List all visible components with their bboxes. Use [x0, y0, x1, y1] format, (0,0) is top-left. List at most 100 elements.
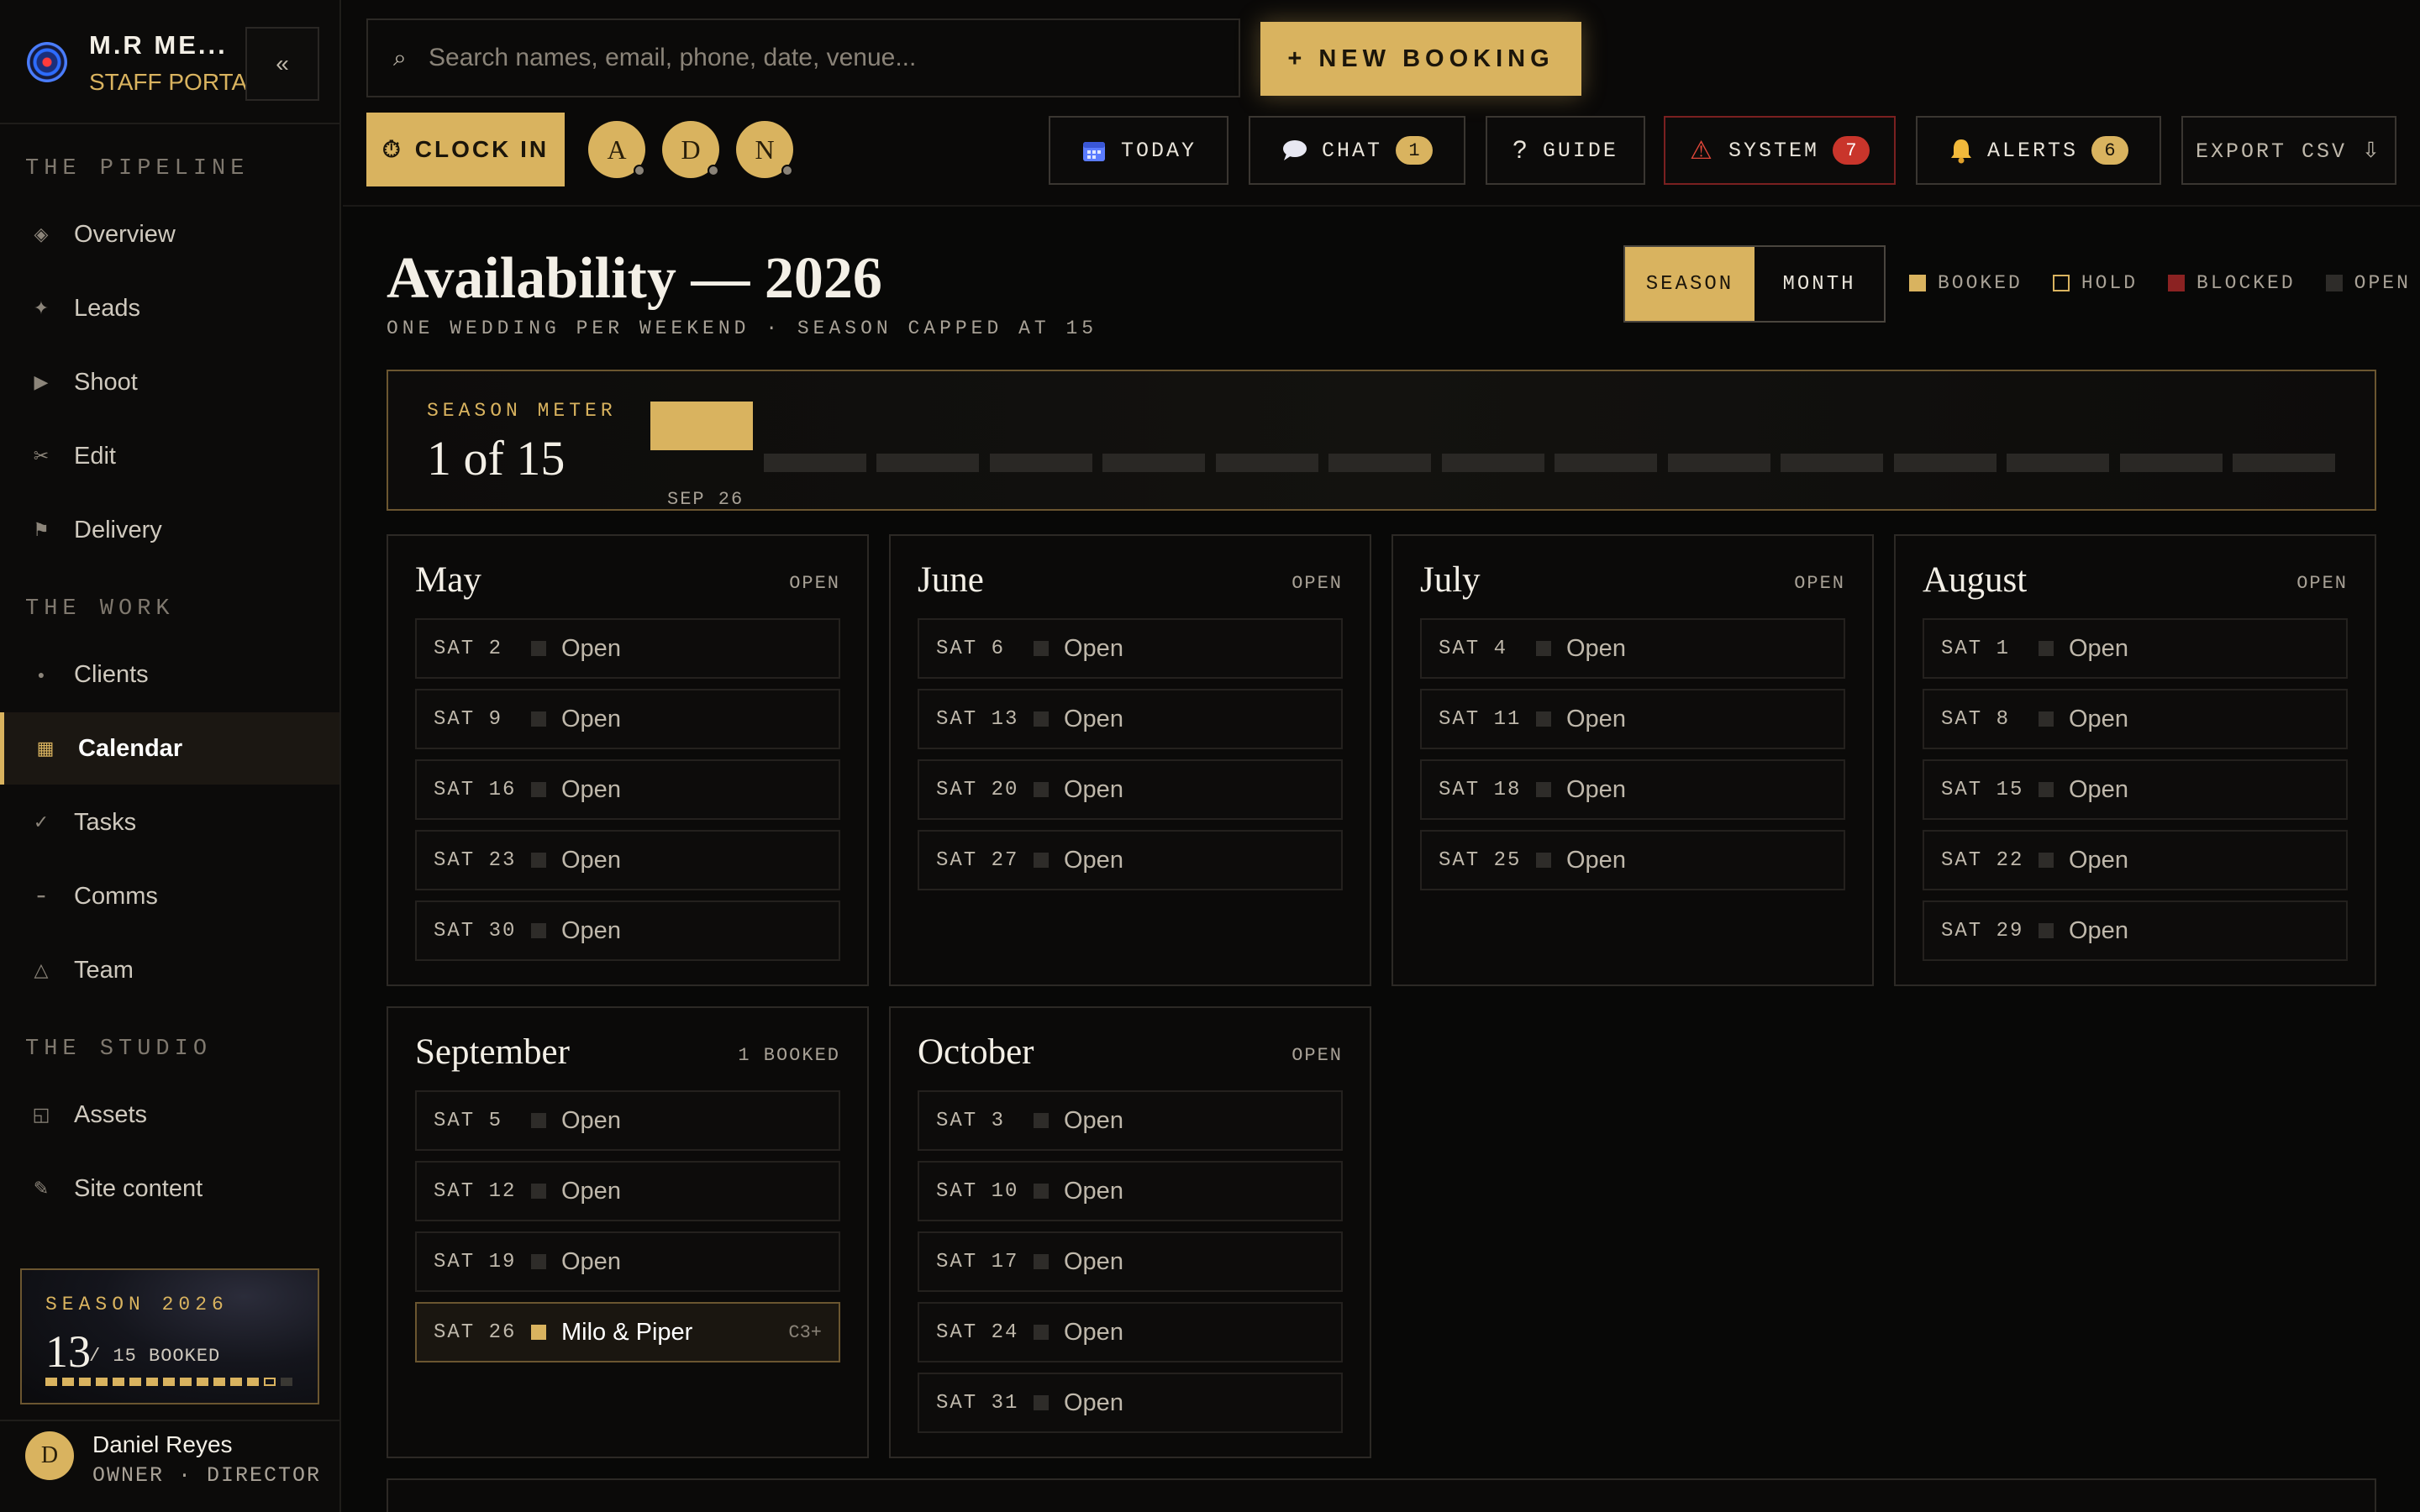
date-slot[interactable]: SAT 27 Open — [918, 830, 1343, 890]
season-meter-bar-open[interactable] — [876, 454, 979, 472]
open-status-square — [1034, 853, 1049, 868]
sidebar-item-clients[interactable]: ● Clients — [0, 638, 339, 711]
sidebar-item-label: Overview — [74, 220, 176, 248]
open-status-square — [1034, 711, 1049, 727]
season-meter-bar-open[interactable] — [1893, 454, 1996, 472]
export-csv-button[interactable]: EXPORT CSV ⇩ — [2181, 116, 2396, 185]
question-icon: ? — [1512, 136, 1529, 164]
season-meter-bar-open[interactable] — [1555, 454, 1657, 472]
season-meter-bar-booked[interactable] — [650, 402, 753, 450]
season-meter-bar-open[interactable] — [1328, 454, 1431, 472]
date-slot[interactable]: SAT 25 Open — [1420, 830, 1845, 890]
sidebar-item-edit[interactable]: ✂ Edit — [0, 420, 339, 492]
date-slot[interactable]: SAT 18 Open — [1420, 759, 1845, 820]
season-meter-bar-open[interactable] — [763, 454, 866, 472]
open-status-square — [1034, 1113, 1049, 1128]
date-slot[interactable]: SAT 20 Open — [918, 759, 1343, 820]
season-meter-bar-open[interactable] — [1102, 454, 1205, 472]
alerts-button[interactable]: ALERTS 6 — [1916, 116, 2161, 185]
date-slot[interactable]: SAT 2 Open — [415, 618, 840, 679]
date-slot[interactable]: SAT 12 Open — [415, 1161, 840, 1221]
date-slot[interactable]: SAT 16 Open — [415, 759, 840, 820]
date-slot[interactable]: SAT 29 Open — [1923, 900, 2348, 961]
date-slot[interactable]: SAT 8 Open — [1923, 689, 2348, 749]
guide-button[interactable]: ? GUIDE — [1486, 116, 1645, 185]
team-avatar-a[interactable]: A — [588, 121, 645, 178]
sidebar-item-comms[interactable]: ━ Comms — [0, 860, 339, 932]
date-slot[interactable]: SAT 22 Open — [1923, 830, 2348, 890]
search-box[interactable]: ⌕ — [366, 18, 1240, 97]
date-slot[interactable]: SAT 9 Open — [415, 689, 840, 749]
date-slot[interactable]: SAT 11 Open — [1420, 689, 1845, 749]
date-slot[interactable]: SAT 30 Open — [415, 900, 840, 961]
season-meter-bar-open[interactable] — [2119, 454, 2223, 472]
season-meter-bar-open[interactable] — [1215, 454, 1318, 472]
system-button[interactable]: ⚠ SYSTEM 7 — [1664, 116, 1896, 185]
collapse-sidebar-button[interactable]: « — [245, 27, 319, 101]
date-slot[interactable]: SAT 23 Open — [415, 830, 840, 890]
today-button[interactable]: TODAY — [1049, 116, 1228, 185]
month-view-button[interactable]: MONTH — [1754, 247, 1884, 321]
date-slot[interactable]: SAT 19 Open — [415, 1231, 840, 1292]
open-status-square — [2039, 711, 2054, 727]
slot-date: SAT 24 — [936, 1320, 1019, 1344]
season-pip-booked — [129, 1378, 141, 1386]
season-summary-card[interactable]: SEASON 2026 13 / 15 BOOKED — [20, 1268, 319, 1404]
sidebar-item-delivery[interactable]: ⚑ Delivery — [0, 494, 339, 566]
open-status-square — [1536, 641, 1551, 656]
new-booking-button[interactable]: + NEW BOOKING — [1260, 22, 1581, 96]
sidebar-item-leads[interactable]: ✦ Leads — [0, 272, 339, 344]
date-slot[interactable]: SAT 3 Open — [918, 1090, 1343, 1151]
sidebar-item-shoot[interactable]: ▶ Shoot — [0, 346, 339, 418]
booked-swatch — [1909, 275, 1926, 291]
sidebar-item-site-content[interactable]: ✎ Site content — [0, 1152, 339, 1225]
month-title: October — [918, 1032, 1034, 1072]
date-slot[interactable]: SAT 31 Open — [918, 1373, 1343, 1433]
team-avatar-d[interactable]: D — [662, 121, 719, 178]
sidebar-item-tasks[interactable]: ✓ Tasks — [0, 786, 339, 858]
chat-bubble-icon — [1282, 140, 1307, 160]
season-meter-bar-open[interactable] — [2007, 454, 2109, 472]
open-status-square — [531, 711, 546, 727]
season-meter-bar-open[interactable] — [1441, 454, 1544, 472]
legend-label: BOOKED — [1938, 272, 2023, 294]
month-title: July — [1420, 560, 1481, 600]
booked-status-square — [531, 1325, 546, 1340]
date-slot[interactable]: SAT 13 Open — [918, 689, 1343, 749]
slot-date: SAT 8 — [1941, 707, 2011, 731]
season-meter-bar-open[interactable] — [2233, 454, 2335, 472]
sidebar-item-assets[interactable]: ◱ Assets — [0, 1079, 339, 1151]
chat-button[interactable]: CHAT 1 — [1249, 116, 1465, 185]
sidebar-item-calendar[interactable]: ▦ Calendar — [0, 712, 339, 785]
date-slot-booked[interactable]: SAT 26 Milo & Piper C3+ — [415, 1302, 840, 1362]
top-bar: ⌕ + NEW BOOKING ⏱ CLOCK IN A D N TODAY C… — [343, 0, 2420, 207]
date-slot[interactable]: SAT 15 Open — [1923, 759, 2348, 820]
search-input[interactable] — [429, 44, 1218, 72]
date-slot[interactable]: SAT 1 Open — [1923, 618, 2348, 679]
slot-date: SAT 25 — [1439, 848, 1522, 872]
date-slot[interactable]: SAT 5 Open — [415, 1090, 840, 1151]
app-root: M.R ME... STAFF PORTAL « THE PIPELINE ◈ … — [0, 0, 2420, 1512]
sidebar-item-overview[interactable]: ◈ Overview — [0, 198, 339, 270]
month-title: May — [415, 560, 481, 600]
season-meter-bar-open[interactable] — [989, 454, 1092, 472]
user-avatar[interactable]: D — [25, 1431, 74, 1480]
team-avatar-n[interactable]: N — [736, 121, 793, 178]
date-slot[interactable]: SAT 6 Open — [918, 618, 1343, 679]
date-slot[interactable]: SAT 24 Open — [918, 1302, 1343, 1362]
slot-status: Open — [561, 1177, 621, 1205]
clock-in-button[interactable]: ⏱ CLOCK IN — [366, 113, 565, 186]
slot-date: SAT 19 — [434, 1250, 517, 1273]
season-view-button[interactable]: SEASON — [1625, 247, 1754, 321]
slot-date: SAT 13 — [936, 707, 1019, 731]
date-slot[interactable]: SAT 17 Open — [918, 1231, 1343, 1292]
date-slot[interactable]: SAT 10 Open — [918, 1161, 1343, 1221]
season-meter-bar-open[interactable] — [1667, 454, 1770, 472]
month-card-may: May OPEN SAT 2 Open SAT 9 Open SAT 16 Open SAT 2… — [387, 534, 869, 986]
month-card-august: August OPEN SAT 1 Open SAT 8 Open SAT 15 Open SA… — [1894, 534, 2376, 986]
season-meter-bar-open[interactable] — [1781, 454, 1883, 472]
open-status-square — [1536, 711, 1551, 727]
sidebar-item-team[interactable]: △ Team — [0, 934, 339, 1006]
date-slot[interactable]: SAT 4 Open — [1420, 618, 1845, 679]
slot-date: SAT 4 — [1439, 637, 1508, 660]
